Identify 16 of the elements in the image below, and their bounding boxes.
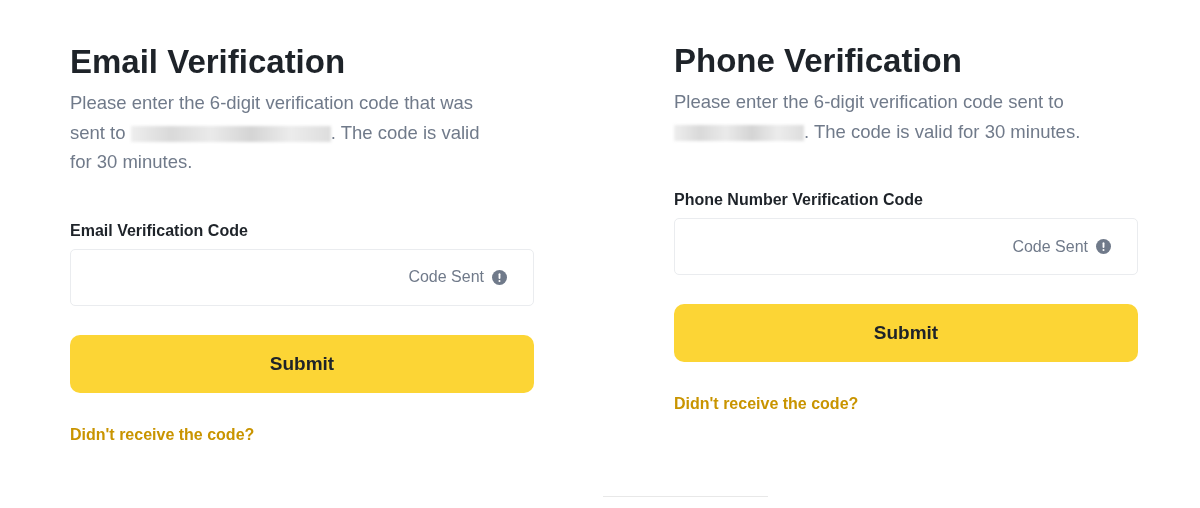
resend-link[interactable]: Didn't receive the code?: [70, 424, 255, 445]
submit-button[interactable]: Submit: [674, 304, 1138, 362]
info-icon: [492, 269, 507, 285]
field-label: Email Verification Code: [70, 220, 248, 241]
instruction-text: Please enter the 6-digit verification code that was sent to . The code is valid for 30 minutes.: [70, 91, 481, 174]
field-label: Phone Number Verification Code: [674, 190, 923, 210]
resend-link[interactable]: Didn't receive the code?: [674, 394, 859, 414]
code-status: Code Sent: [408, 268, 484, 286]
code-status: Code Sent: [1012, 237, 1088, 256]
submit-button[interactable]: Submit: [70, 334, 534, 393]
input-field[interactable]: Code Sent: [70, 248, 534, 306]
page-title: Email Verification: [70, 42, 346, 82]
instruction-text: Please enter the 6-digit verification code sent to . The code is valid for 30 minutes.: [674, 90, 1082, 144]
page-title: Phone Verification: [674, 41, 962, 81]
input-field[interactable]: Code Sent: [674, 218, 1138, 275]
info-icon: [1096, 239, 1111, 254]
